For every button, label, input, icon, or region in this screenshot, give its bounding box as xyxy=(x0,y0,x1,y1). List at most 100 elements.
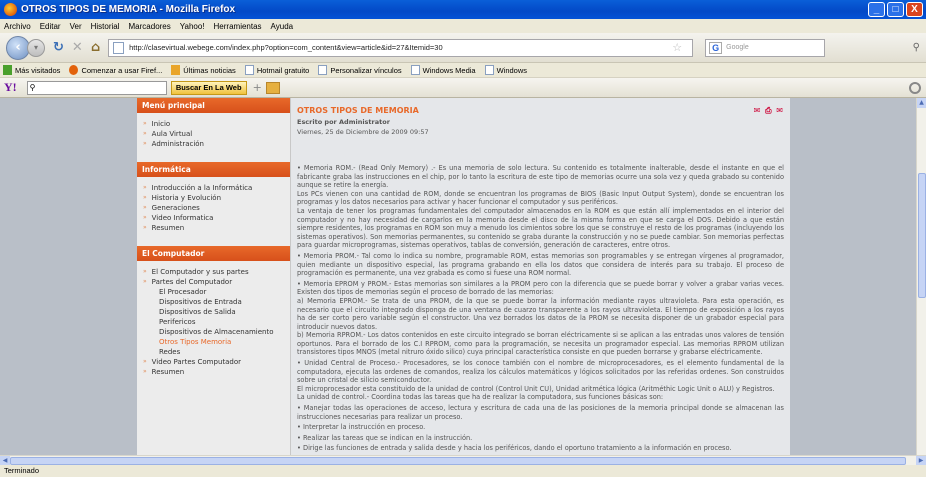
article-paragraph: a) Memoria EPROM.- Se trata de una PROM,… xyxy=(297,296,784,331)
article-title: OTROS TIPOS DE MEMORIA xyxy=(297,106,419,115)
sidebar-item-label: Dispositivos de Entrada xyxy=(159,298,242,306)
bookmark-hotmail[interactable]: Hotmail gratuito xyxy=(244,65,309,75)
sidebar-item[interactable]: » Video Informatica xyxy=(137,213,290,223)
menu-section-title: El Computador xyxy=(137,246,290,261)
google-icon[interactable]: G xyxy=(709,41,723,54)
yahoo-search-input[interactable]: ⚲ xyxy=(26,80,167,95)
toolbar-widget-icon[interactable] xyxy=(265,81,280,94)
settings-icon[interactable] xyxy=(909,81,921,94)
article-author: Escrito por Administrator xyxy=(297,118,390,126)
sidebar-item[interactable]: » Generaciones xyxy=(137,203,290,213)
firefox-icon xyxy=(4,3,17,16)
article-paragraph: • Memoria ROM.- (Read Only Memory) .- Es… xyxy=(297,164,784,190)
sidebar-item-label: Generaciones xyxy=(151,204,200,212)
bookmark-label: Personalizar vínculos xyxy=(330,65,402,75)
sidebar-item-label: Historia y Evolución xyxy=(151,194,222,202)
rss-icon xyxy=(171,65,181,75)
sidebar-item[interactable]: » Resumen xyxy=(137,223,290,233)
sidebar-item[interactable]: Otros Tipos Memoria xyxy=(137,337,290,347)
bookmarks-toolbar: Más visitados Comenzar a usar Firef... Ú… xyxy=(0,63,926,78)
reload-icon[interactable]: ↻ xyxy=(53,40,64,55)
forward-arrow-icon[interactable]: ▾ xyxy=(27,38,45,57)
article-header: OTROS TIPOS DE MEMORIA ✉ ⎙ ✉ xyxy=(297,106,784,116)
bookmark-personalizar[interactable]: Personalizar vínculos xyxy=(318,65,402,75)
article-date: Viernes, 25 de Diciembre de 2009 09:57 xyxy=(297,128,429,136)
chevron-right-icon: » xyxy=(143,278,147,285)
sidebar-item[interactable]: » Inicio xyxy=(137,119,290,129)
article-paragraph: • Realizar las tareas que se indican en … xyxy=(297,433,473,442)
sidebar-item[interactable]: El Procesador xyxy=(137,287,290,297)
chevron-right-icon: » xyxy=(143,140,147,147)
firefox-icon xyxy=(69,65,79,75)
menu-marcadores[interactable]: Marcadores xyxy=(129,22,171,31)
chevron-right-icon: » xyxy=(143,184,147,191)
sidebar-item[interactable]: Dispositivos de Salida xyxy=(137,307,290,317)
yahoo-toolbar: Y! ⚲ Buscar En La Web + xyxy=(0,78,926,98)
menu-archivo[interactable]: Archivo xyxy=(4,22,31,31)
yahoo-logo[interactable]: Y! xyxy=(4,80,17,95)
bookmark-mas-visitados[interactable]: Más visitados xyxy=(3,65,60,75)
search-placeholder: Google xyxy=(726,44,749,51)
scroll-thumb[interactable] xyxy=(10,457,906,465)
chevron-right-icon: » xyxy=(143,268,147,275)
sidebar-item[interactable]: » Aula Virtual xyxy=(137,129,290,139)
article-paragraph: b) Memoria RPROM.- Los datos contenidos … xyxy=(297,331,784,357)
menu-historial[interactable]: Historial xyxy=(91,22,120,31)
menu-bar: Archivo Editar Ver Historial Marcadores … xyxy=(0,19,926,33)
close-button[interactable]: X xyxy=(906,2,923,17)
window-titlebar[interactable]: OTROS TIPOS DE MEMORIA - Mozilla Firefox… xyxy=(0,0,926,19)
sidebar-item[interactable]: Dispositivos de Entrada xyxy=(137,297,290,307)
sidebar-item-label: Video Informatica xyxy=(151,214,214,222)
sidebar-item[interactable]: » Administración xyxy=(137,139,290,149)
menu-ayuda[interactable]: Ayuda xyxy=(271,22,294,31)
url-text[interactable]: http://clasevirtual.webege.com/index.php… xyxy=(129,43,672,52)
scroll-up-icon[interactable]: ▲ xyxy=(917,98,926,108)
sidebar-item[interactable]: Redes xyxy=(137,347,290,357)
article-paragraph: El microprocesador esta constituido de l… xyxy=(297,384,775,393)
sidebar-item[interactable]: » Partes del Computador xyxy=(137,277,290,287)
minimize-button[interactable]: _ xyxy=(868,2,885,17)
bookmark-label: Más visitados xyxy=(15,65,61,75)
url-bar[interactable]: http://clasevirtual.webege.com/index.php… xyxy=(108,38,694,57)
sidebar-item[interactable]: » Introducción a la Informática xyxy=(137,183,290,193)
maximize-button[interactable]: □ xyxy=(887,2,904,17)
add-icon[interactable]: + xyxy=(253,81,262,94)
scroll-thumb[interactable] xyxy=(918,173,926,298)
sidebar-menu: Menú principal » Inicio » Aula Virtual » Admin… xyxy=(137,98,291,455)
sidebar-item[interactable]: Perifericos xyxy=(137,317,290,327)
menu-herramientas[interactable]: Herramientas xyxy=(214,22,262,31)
search-box[interactable]: G Google xyxy=(705,38,826,57)
article-paragraph: • Unidad Central de Proceso.- Procesador… xyxy=(297,359,784,385)
sidebar-item[interactable]: » Resumen xyxy=(137,367,290,377)
yahoo-search-button[interactable]: Buscar En La Web xyxy=(170,80,247,95)
menu-section: Menú principal » Inicio » Aula Virtual » Admin… xyxy=(137,98,290,149)
article-tools-icons[interactable]: ✉ ⎙ ✉ xyxy=(754,106,784,116)
chevron-right-icon: » xyxy=(143,130,147,137)
bookmark-label: Windows xyxy=(496,65,528,75)
chevron-right-icon: » xyxy=(143,368,147,375)
page-icon xyxy=(410,65,420,75)
menu-yahoo[interactable]: Yahoo! xyxy=(180,22,205,31)
stop-icon[interactable]: ✕ xyxy=(72,40,83,55)
home-icon[interactable]: ⌂ xyxy=(91,40,100,55)
vertical-scrollbar[interactable]: ▲ xyxy=(916,98,926,455)
horizontal-scrollbar[interactable]: ◀ ▶ xyxy=(0,455,926,465)
search-icon[interactable]: ⚲ xyxy=(913,42,920,53)
menu-section: El Computador » El Computador y sus partes… xyxy=(137,246,290,377)
menu-section: Informática » Introducción a la Informátic… xyxy=(137,162,290,233)
sidebar-item[interactable]: » Historia y Evolución xyxy=(137,193,290,203)
scroll-left-icon[interactable]: ◀ xyxy=(0,456,10,465)
bookmark-star-icon[interactable]: ☆ xyxy=(672,41,682,54)
article-paragraph: La unidad de control.- Coordina todas la… xyxy=(297,393,664,402)
sidebar-item[interactable]: » Video Partes Computador xyxy=(137,357,290,367)
scroll-right-icon[interactable]: ▶ xyxy=(916,456,926,465)
bookmark-comenzar[interactable]: Comenzar a usar Firef... xyxy=(69,65,162,75)
chevron-right-icon: » xyxy=(143,358,147,365)
bookmark-ultimas-noticias[interactable]: Últimas noticias xyxy=(171,65,236,75)
bookmark-windows[interactable]: Windows xyxy=(484,65,528,75)
menu-editar[interactable]: Editar xyxy=(40,22,61,31)
sidebar-item[interactable]: » El Computador y sus partes xyxy=(137,267,290,277)
menu-ver[interactable]: Ver xyxy=(70,22,82,31)
sidebar-item[interactable]: Dispositivos de Almacenamiento xyxy=(137,327,290,337)
bookmark-windows-media[interactable]: Windows Media xyxy=(410,65,476,75)
